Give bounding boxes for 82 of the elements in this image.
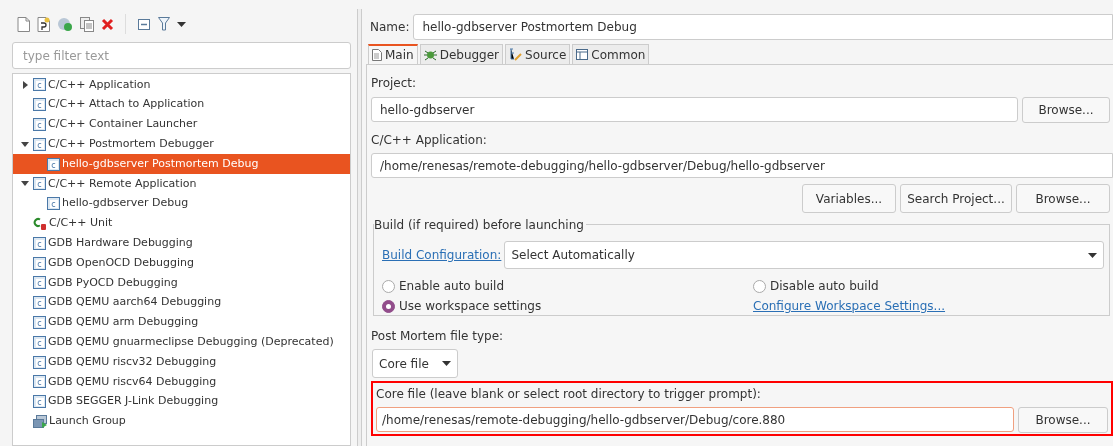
tree-item[interactable]: c GDB QEMU gnuarmeclipse Debugging (Deprecated): [13, 332, 350, 353]
c-file-icon: c: [47, 197, 60, 211]
project-label: Project:: [371, 75, 418, 92]
post-mortem-label: Post Mortem file type:: [371, 328, 505, 345]
dropdown-arrow-icon[interactable]: [177, 21, 186, 27]
c-file-icon: c: [33, 137, 46, 151]
action-button[interactable]: Search Project...: [900, 184, 1012, 213]
tree-item[interactable]: c GDB QEMU aarch64 Debugging: [13, 292, 350, 313]
tree-item[interactable]: c GDB SEGGER J-Link Debugging: [13, 391, 350, 412]
core-file-field[interactable]: /home/renesas/remote-debugging/hello-gdbserver/Debug/core.880: [376, 407, 1014, 432]
browse-button[interactable]: Browse...: [1022, 97, 1110, 123]
launch-group-icon: [33, 414, 47, 428]
build-configuration-link[interactable]: Build Configuration:: [382, 246, 502, 264]
filter-icon[interactable]: [158, 17, 170, 31]
tree-item[interactable]: c C/C++ Application: [13, 75, 350, 95]
browse-button[interactable]: Browse...: [1018, 407, 1108, 433]
c-file-icon: c: [33, 177, 46, 191]
tree-item[interactable]: C/C++ Unit: [13, 213, 350, 234]
expanded-arrow-icon[interactable]: [21, 181, 29, 187]
tree-item[interactable]: c GDB OpenOCD Debugging: [13, 253, 350, 273]
tree-item[interactable]: c hello-gdbserver Postmortem Debug: [13, 154, 350, 174]
tree-item[interactable]: c C/C++ Container Launcher: [13, 114, 350, 135]
source-icon: [509, 48, 523, 61]
file-type-dropdown[interactable]: Core file: [372, 349, 458, 378]
c-file-icon: c: [33, 315, 46, 329]
radio-label: Enable auto build: [399, 278, 505, 295]
c-file-icon: c: [33, 335, 46, 349]
tree-item[interactable]: c GDB QEMU riscv32 Debugging: [13, 352, 350, 372]
c-file-icon: c: [33, 375, 46, 389]
new-file-icon[interactable]: [37, 16, 50, 32]
close-icon[interactable]: [101, 17, 114, 31]
tab[interactable]: Common: [572, 44, 650, 64]
application-field[interactable]: /home/renesas/remote-debugging/hello-gdbserver/Debug/hello-gdbserver: [371, 153, 1113, 178]
table-icon: [576, 49, 589, 60]
c-file-icon: c: [33, 355, 46, 369]
tree-item[interactable]: c GDB QEMU riscv64 Debugging: [13, 371, 350, 392]
radio-label: Use workspace settings: [399, 298, 542, 315]
c-file-icon: c: [33, 395, 46, 409]
configure-workspace-link[interactable]: Configure Workspace Settings...: [753, 297, 1109, 315]
action-button[interactable]: Variables...: [802, 184, 896, 213]
tree-item[interactable]: c C/C++ Remote Application: [13, 174, 350, 194]
core-file-label: Core file (leave blank or select root directory to trigger prompt):: [376, 386, 762, 403]
tree-item[interactable]: c C/C++ Attach to Application: [13, 94, 350, 115]
c-file-icon: c: [33, 118, 46, 131]
c-file-icon: c: [33, 236, 46, 250]
name-field[interactable]: hello-gdbserver Postmortem Debug: [413, 14, 1113, 40]
name-label: Name:: [369, 19, 410, 36]
c-file-icon: c: [33, 276, 46, 290]
c-file-icon: c: [33, 296, 46, 310]
tree-item[interactable]: c GDB Hardware Debugging: [13, 233, 350, 254]
expanded-arrow-icon[interactable]: [21, 141, 29, 147]
document-icon: [372, 49, 382, 61]
tree-item[interactable]: c GDB PyOCD Debugging: [13, 272, 350, 293]
c-file-icon: c: [33, 98, 46, 112]
c-file-icon: c: [33, 78, 46, 92]
tree-item[interactable]: c hello-gdbserver Debug: [13, 193, 350, 214]
c-file-icon: c: [33, 256, 46, 270]
tree-item[interactable]: c GDB QEMU arm Debugging: [13, 312, 350, 333]
filter-field[interactable]: type filter text: [12, 42, 351, 69]
tab[interactable]: Debugger: [419, 44, 504, 64]
radio-button[interactable]: [382, 299, 395, 313]
action-button[interactable]: Browse...: [1016, 184, 1110, 213]
group-title: Build (if required) before launching: [374, 216, 586, 234]
radio-label: Disable auto build: [770, 278, 879, 295]
radio-button[interactable]: [382, 279, 395, 293]
new-file-icon[interactable]: [17, 16, 30, 32]
copy-icon[interactable]: [80, 16, 94, 32]
dropdown-arrow-icon: [442, 361, 451, 366]
tree-item[interactable]: Launch Group: [13, 411, 350, 432]
project-field[interactable]: hello-gdbserver: [371, 97, 1018, 122]
bug-icon: [423, 48, 437, 61]
collapse-all-icon[interactable]: [137, 17, 151, 31]
application-label: C/C++ Application:: [371, 132, 488, 149]
build-configuration-dropdown[interactable]: Select Automatically: [504, 241, 1104, 269]
unit-test-icon: [33, 216, 47, 230]
collapsed-arrow-icon[interactable]: [22, 80, 28, 89]
radio-button[interactable]: [753, 279, 766, 293]
tree-item[interactable]: c C/C++ Postmortem Debugger: [13, 134, 350, 155]
c-file-icon: c: [47, 157, 60, 171]
dropdown-arrow-icon: [1088, 252, 1097, 258]
tab[interactable]: Main: [368, 44, 418, 64]
tab[interactable]: Source: [505, 44, 571, 64]
